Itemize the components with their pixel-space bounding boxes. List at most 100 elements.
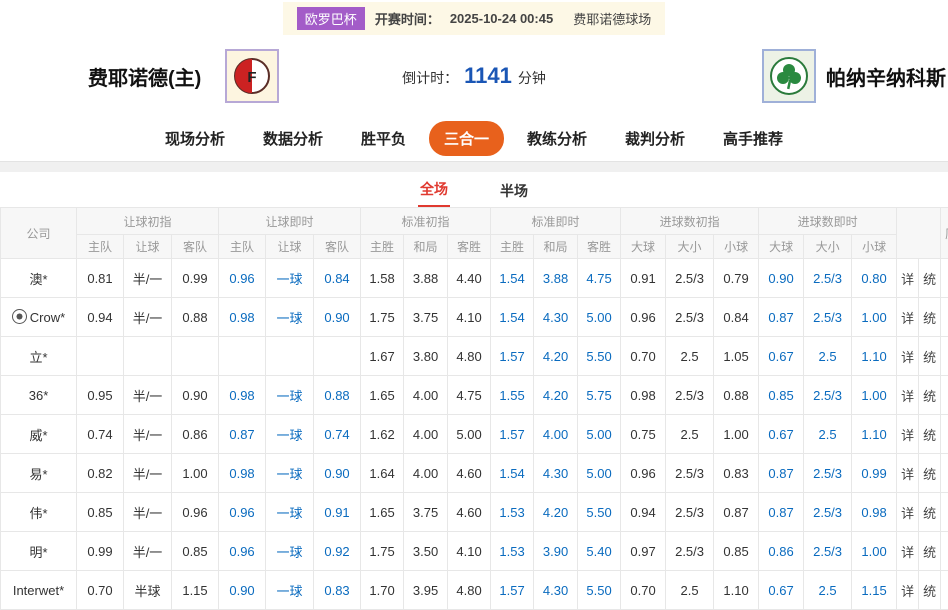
odds-value: 0.91 xyxy=(621,259,666,298)
odds-value: 1.00 xyxy=(852,532,897,571)
league-badge: 欧罗巴杯 xyxy=(297,7,365,30)
nav-item-data-analysis[interactable]: 数据分析 xyxy=(248,121,338,156)
stats-link[interactable]: 统 xyxy=(919,376,941,415)
stats-link[interactable]: 统 xyxy=(919,493,941,532)
odds-value: 5.50 xyxy=(578,493,621,532)
odds-value: 4.00 xyxy=(534,415,578,454)
nav-item-coach-analysis[interactable]: 教练分析 xyxy=(512,121,602,156)
odds-value: 半/一 xyxy=(124,298,172,337)
nav-item-expert-picks[interactable]: 高手推荐 xyxy=(708,121,798,156)
detail-link[interactable]: 详 xyxy=(897,376,919,415)
odds-value: 0.90 xyxy=(172,376,219,415)
odds-value: 0.74 xyxy=(314,415,361,454)
odds-value: 1.70 xyxy=(361,571,404,610)
subcol-header: 客队 xyxy=(314,235,361,259)
detail-link[interactable]: 详 xyxy=(897,298,919,337)
odds-value: 0.91 xyxy=(314,493,361,532)
odds-table-wrap: 公司 让球初指 让球即时 标准初指 标准即时 进球数初指 进球数即时 历 主队 … xyxy=(0,207,948,610)
odds-value: 4.00 xyxy=(404,454,448,493)
away-team-name: 帕纳辛纳科斯 xyxy=(826,62,946,91)
odds-value: 3.95 xyxy=(404,571,448,610)
stats-link[interactable]: 统 xyxy=(919,298,941,337)
odds-value: 2.5 xyxy=(804,337,852,376)
odds-value: 0.87 xyxy=(219,415,266,454)
home-team-name: 费耶诺德(主) xyxy=(88,62,201,91)
nav-item-referee-analysis[interactable]: 裁判分析 xyxy=(610,121,700,156)
company-label: 36* xyxy=(29,388,49,403)
odds-value: 5.00 xyxy=(578,415,621,454)
odds-value: 0.96 xyxy=(621,298,666,337)
odds-value: 3.80 xyxy=(404,337,448,376)
stats-link[interactable]: 统 xyxy=(919,532,941,571)
odds-value: 1.53 xyxy=(491,532,534,571)
venue-name: 费耶诺德球场 xyxy=(573,9,651,28)
odds-value: 0.92 xyxy=(314,532,361,571)
table-row: 立*1.673.804.801.574.205.500.702.51.050.6… xyxy=(1,337,948,376)
col-header-standard-live: 标准即时 xyxy=(491,208,621,235)
stats-link[interactable]: 统 xyxy=(919,571,941,610)
odds-value: 2.5/3 xyxy=(666,259,714,298)
clipped-cell xyxy=(941,493,948,532)
odds-value: 0.81 xyxy=(77,259,124,298)
odds-value: 5.00 xyxy=(448,415,491,454)
panathinaikos-shamrock-icon xyxy=(762,49,816,103)
detail-link[interactable]: 详 xyxy=(897,571,919,610)
subcol-header: 主胜 xyxy=(491,235,534,259)
odds-value: 半/一 xyxy=(124,493,172,532)
col-header-handicap-initial: 让球初指 xyxy=(77,208,219,235)
odds-value: 0.88 xyxy=(314,376,361,415)
odds-value: 半/一 xyxy=(124,532,172,571)
detail-link[interactable]: 详 xyxy=(897,415,919,454)
odds-value: 2.5 xyxy=(666,571,714,610)
clipped-cell xyxy=(941,376,948,415)
match-info-strip: 欧罗巴杯 开赛时间： 2025-10-24 00:45 费耶诺德球场 xyxy=(283,2,665,35)
odds-value: 1.54 xyxy=(491,454,534,493)
kickoff-time: 2025-10-24 00:45 xyxy=(450,11,553,26)
odds-value xyxy=(124,337,172,376)
nav-item-win-draw-lose[interactable]: 胜平负 xyxy=(346,121,421,156)
company-label: 立* xyxy=(29,350,47,365)
odds-value: 0.70 xyxy=(621,337,666,376)
odds-value: 2.5/3 xyxy=(666,376,714,415)
nav-item-live-analysis[interactable]: 现场分析 xyxy=(150,121,240,156)
odds-value: 4.30 xyxy=(534,298,578,337)
detail-link[interactable]: 详 xyxy=(897,337,919,376)
company-name: 易* xyxy=(1,454,77,493)
nav-item-three-in-one[interactable]: 三合一 xyxy=(429,121,504,156)
odds-value: 0.70 xyxy=(77,571,124,610)
odds-value: 一球 xyxy=(266,376,314,415)
odds-value: 4.75 xyxy=(578,259,621,298)
top-info-bar: 欧罗巴杯 开赛时间： 2025-10-24 00:45 费耶诺德球场 xyxy=(0,0,948,36)
stats-link[interactable]: 统 xyxy=(919,454,941,493)
company-label: 伟* xyxy=(29,506,47,521)
subcol-header: 主胜 xyxy=(361,235,404,259)
odds-value: 0.94 xyxy=(77,298,124,337)
home-team-group: 费耶诺德(主) F xyxy=(88,49,279,103)
odds-value: 0.67 xyxy=(759,415,804,454)
divider-strip xyxy=(0,162,948,172)
company-label: 澳* xyxy=(29,272,47,287)
odds-value: 0.79 xyxy=(714,259,759,298)
detail-link[interactable]: 详 xyxy=(897,454,919,493)
col-header-handicap-live: 让球即时 xyxy=(219,208,361,235)
odds-value: 0.94 xyxy=(621,493,666,532)
odds-value: 1.57 xyxy=(491,337,534,376)
odds-value: 1.00 xyxy=(714,415,759,454)
stats-link[interactable]: 统 xyxy=(919,415,941,454)
company-label: Interwet* xyxy=(13,583,64,598)
clipped-cell xyxy=(941,259,948,298)
stats-link[interactable]: 统 xyxy=(919,337,941,376)
svg-text:F: F xyxy=(248,69,257,86)
table-row: 明*0.99半/一0.850.96一球0.921.753.504.101.533… xyxy=(1,532,948,571)
odds-value: 0.98 xyxy=(852,493,897,532)
col-header-goals-initial: 进球数初指 xyxy=(621,208,759,235)
odds-value: 0.84 xyxy=(314,259,361,298)
tab-half-time[interactable]: 半场 xyxy=(498,175,530,207)
tab-full-time[interactable]: 全场 xyxy=(418,173,450,207)
stats-link[interactable]: 统 xyxy=(919,259,941,298)
detail-link[interactable]: 详 xyxy=(897,493,919,532)
odds-value: 4.20 xyxy=(534,493,578,532)
detail-link[interactable]: 详 xyxy=(897,259,919,298)
odds-value: 0.83 xyxy=(714,454,759,493)
detail-link[interactable]: 详 xyxy=(897,532,919,571)
